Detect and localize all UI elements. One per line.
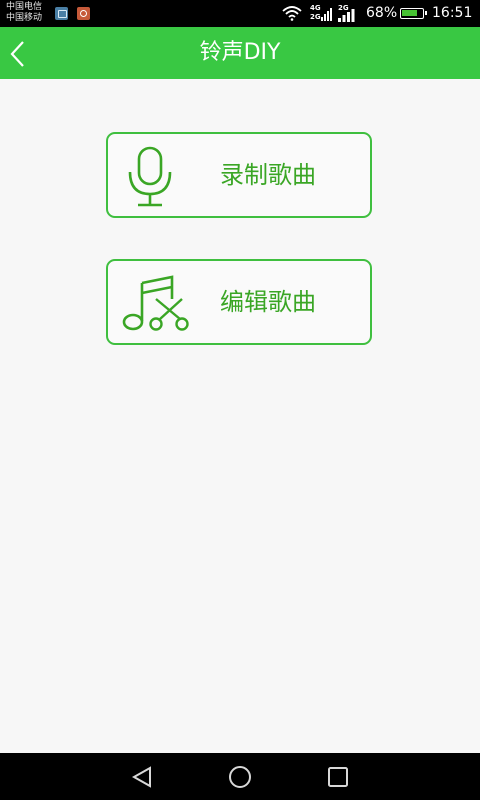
clock: 16:51 [432, 5, 473, 21]
triangle-back-icon [131, 766, 151, 788]
battery-charging-icon [400, 8, 427, 19]
record-song-button[interactable]: 录制歌曲 [106, 132, 372, 218]
nav-back-button[interactable] [112, 753, 172, 800]
page-title: 铃声DIY [199, 40, 281, 65]
network-type-1: 4G [310, 4, 321, 12]
circle-home-icon [229, 766, 251, 788]
carrier-1: 中国电信 [6, 2, 43, 12]
signal-2-icon [338, 9, 355, 22]
status-bar: 中国电信 中国移动 4G 2G 2G 68% 16:51 [0, 0, 480, 27]
nav-recent-button[interactable] [308, 753, 368, 800]
signal-1-icon [321, 8, 332, 21]
app-bar: 铃声DIY [0, 27, 480, 79]
wifi-icon [282, 6, 302, 21]
battery-percent: 68% [366, 5, 398, 21]
edit-song-label: 编辑歌曲 [220, 288, 316, 316]
record-song-label: 录制歌曲 [220, 161, 316, 189]
nav-home-button[interactable] [210, 753, 270, 800]
edit-song-button[interactable]: 编辑歌曲 [106, 259, 372, 345]
carrier-labels: 中国电信 中国移动 [6, 2, 42, 24]
music-scissors-icon [122, 275, 189, 331]
navigation-bar [0, 753, 480, 800]
microphone-icon [128, 146, 172, 207]
carrier-2: 中国移动 [6, 13, 43, 23]
gallery-notification-icon [55, 7, 68, 20]
square-recent-icon [328, 767, 348, 787]
network-type-2: 2G [310, 13, 321, 21]
blocked-notification-icon [77, 7, 90, 20]
